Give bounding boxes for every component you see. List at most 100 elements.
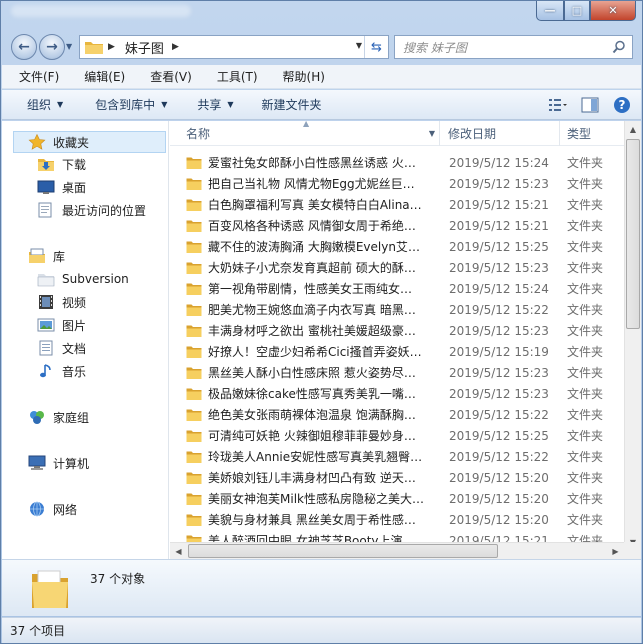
nav-favorites[interactable]: 收藏夹 [13,131,166,153]
file-name-cell[interactable]: 好撩人！空虚少妇希希Cici搔首弄姿妖艳... [170,343,440,360]
table-row[interactable]: 把自己当礼物 风情尤物Egg尤妮丝巨乳... 2019/5/12 15:23 文件夹 [170,173,625,194]
file-name-cell[interactable]: 爱蜜社兔女郎酥小白性感黑丝诱惑 火辣... [170,154,440,171]
table-row[interactable]: 好撩人！空虚少妇希希Cici搔首弄姿妖艳... 2019/5/12 15:19 文件… [170,341,625,362]
column-header-type[interactable]: 类型 [560,121,625,146]
title-bar[interactable]: — □ ✕ [1,1,642,31]
chevron-down-icon[interactable]: ▼ [429,129,435,138]
horizontal-scrollbar[interactable]: ◀ ▶ [170,542,624,559]
scroll-right-button[interactable]: ▶ [607,543,624,559]
maximize-button[interactable]: □ [564,1,590,21]
pictures-icon [37,318,55,332]
file-name-cell[interactable]: 美娇娘刘钰儿丰满身材凹凸有致 逆天爆... [170,469,440,486]
minimize-button[interactable]: — [536,1,564,21]
nav-videos[interactable]: 视频 [2,291,169,313]
table-row[interactable]: 绝色美女张雨萌裸体泡温泉 饱满酥胸令... 2019/5/12 15:22 文件夹 [170,404,625,425]
vertical-scrollbar[interactable]: ▲ ▼ [624,121,641,551]
menu-help[interactable]: 帮助(H) [266,68,333,85]
folder-icon [186,430,202,442]
file-date: 2019/5/12 15:22 [449,407,549,422]
search-input[interactable]: 搜索 妹子图 [394,35,633,59]
menu-view[interactable]: 查看(V) [133,68,200,85]
scroll-left-button[interactable]: ◀ [170,543,187,559]
file-name-cell[interactable]: 玲珑美人Annie安妮性感写真美乳翘臀下... [170,448,440,465]
nav-network[interactable]: 网络 [2,498,169,520]
horizontal-scroll-thumb[interactable] [188,544,498,558]
file-name: 丰满身材呼之欲出 蜜桃社美媛超级豪乳... [208,324,424,338]
table-row[interactable]: 白色胸罩福利写真 美女模特白白Alina肤... 2019/5/12 15:21 文… [170,194,625,215]
folder-icon [186,346,202,358]
menu-tools[interactable]: 工具(T) [200,68,266,85]
file-name-cell[interactable]: 大奶妹子小尤奈发育真超前 硕大的酥胸... [170,259,440,276]
new-folder-button[interactable]: 新建文件夹 [262,96,322,113]
table-row[interactable]: 美貌与身材兼具 黑丝美女周于希性感翘... 2019/5/12 15:20 文件夹 [170,509,625,530]
file-name-cell[interactable]: 百变风格各种诱惑 风情御女周于希绝美... [170,217,440,234]
chevron-right-icon[interactable]: ▶ [172,42,179,52]
toolbar-right: ? [537,94,633,116]
file-name: 美娇娘刘钰儿丰满身材凹凸有致 逆天爆... [208,471,424,485]
file-name-cell[interactable]: 美貌与身材兼具 黑丝美女周于希性感翘... [170,511,440,528]
forward-button[interactable]: → [39,34,65,60]
object-count: 37 个对象 [90,572,146,586]
nav-downloads[interactable]: 下载 [2,153,169,175]
table-row[interactable]: 肥美尤物王婉悠血滴子内衣写真 暗黑魅... 2019/5/12 15:22 文件夹 [170,299,625,320]
nav-subversion[interactable]: Subversion [2,268,169,290]
table-row[interactable]: 可清纯可妖艳 火辣御姐穆菲菲曼妙身姿... 2019/5/12 15:25 文件夹 [170,425,625,446]
menu-file[interactable]: 文件(F) [2,68,67,85]
table-row[interactable]: 丰满身材呼之欲出 蜜桃社美媛超级豪乳... 2019/5/12 15:23 文件夹 [170,320,625,341]
nav-pictures[interactable]: 图片 [2,314,169,336]
file-name-cell[interactable]: 肥美尤物王婉悠血滴子内衣写真 暗黑魅... [170,301,440,318]
column-header-date[interactable]: 修改日期 [440,121,560,146]
nav-computer[interactable]: 计算机 [2,452,169,474]
nav-documents[interactable]: 文档 [2,337,169,359]
recent-pages-dropdown[interactable]: ▼ [66,42,76,52]
table-row[interactable]: 美丽女神泡芙Milk性感私房隐秘之美大撩... 2019/5/12 15:20 文件… [170,488,625,509]
nav-libraries[interactable]: 库 [2,245,169,267]
table-row[interactable]: 大奶妹子小尤奈发育真超前 硕大的酥胸... 2019/5/12 15:23 文件夹 [170,257,625,278]
file-name-cell[interactable]: 丰满身材呼之欲出 蜜桃社美媛超级豪乳... [170,322,440,339]
table-row[interactable]: 美娇娘刘钰儿丰满身材凹凸有致 逆天爆... 2019/5/12 15:20 文件夹 [170,467,625,488]
table-row[interactable]: 黑丝美人酥小白性感床照 惹火姿势尽显... 2019/5/12 15:23 文件夹 [170,362,625,383]
search-icon[interactable] [612,40,626,54]
file-name-cell[interactable]: 极品嫩妹徐cake性感写真秀美乳一嘴酸... [170,385,440,402]
file-name-cell[interactable]: 黑丝美人酥小白性感床照 惹火姿势尽显... [170,364,440,381]
address-history-dropdown[interactable]: ▼ [356,41,362,50]
refresh-button[interactable]: ⇆ [364,36,388,58]
menu-edit[interactable]: 编辑(E) [67,68,133,85]
table-row[interactable]: 爱蜜社兔女郎酥小白性感黑丝诱惑 火辣... 2019/5/12 15:24 文件夹 [170,152,625,173]
file-name-cell[interactable]: 绝色美女张雨萌裸体泡温泉 饱满酥胸令... [170,406,440,423]
table-row[interactable]: 极品嫩妹徐cake性感写真秀美乳一嘴酸... 2019/5/12 15:23 文件夹 [170,383,625,404]
file-name-cell[interactable]: 可清纯可妖艳 火辣御姐穆菲菲曼妙身姿... [170,427,440,444]
include-in-library-button[interactable]: 包含到库中 ▼ [95,96,167,113]
vertical-scroll-thumb[interactable] [626,139,640,329]
address-bar[interactable]: ▶ 妹子图 ▶ ▼ ⇆ [79,35,389,59]
table-row[interactable]: 玲珑美人Annie安妮性感写真美乳翘臀下... 2019/5/12 15:22 文件… [170,446,625,467]
file-name-cell[interactable]: 藏不住的波涛胸涌 大胸嫩模Evelyn艾莉... [170,238,440,255]
table-row[interactable]: 第一视角带剧情，性感美女王雨纯女仆幻... 2019/5/12 15:24 文件夹 [170,278,625,299]
nav-desktop[interactable]: 桌面 [2,176,169,198]
large-folder-icon [32,570,68,608]
file-type: 文件夹 [567,177,604,191]
file-type: 文件夹 [567,219,604,233]
close-button[interactable]: ✕ [590,1,636,21]
file-name-cell[interactable]: 美丽女神泡芙Milk性感私房隐秘之美大撩... [170,490,440,507]
nav-recent-places[interactable]: 最近访问的位置 [2,199,169,221]
organize-button[interactable]: 组织 ▼ [27,96,63,113]
table-row[interactable]: 百变风格各种诱惑 风情御女周于希绝美... 2019/5/12 15:21 文件夹 [170,215,625,236]
file-name-cell[interactable]: 第一视角带剧情，性感美女王雨纯女仆幻... [170,280,440,297]
help-button[interactable]: ? [611,94,633,116]
file-name-cell[interactable]: 把自己当礼物 风情尤物Egg尤妮丝巨乳... [170,175,440,192]
nav-network-label: 网络 [53,502,78,517]
chevron-right-icon[interactable]: ▶ [108,42,115,52]
back-button[interactable]: ← [11,34,37,60]
scroll-up-button[interactable]: ▲ [625,121,641,138]
nav-music[interactable]: 音乐 [2,360,169,382]
table-row[interactable]: 藏不住的波涛胸涌 大胸嫩模Evelyn艾莉... 2019/5/12 15:25 文… [170,236,625,257]
share-button[interactable]: 共享 ▼ [197,96,233,113]
file-name-cell[interactable]: 白色胸罩福利写真 美女模特白白Alina肤... [170,196,440,213]
address-path[interactable]: 妹子图 [125,38,164,57]
nav-homegroup[interactable]: 家庭组 [2,406,169,428]
folder-icon [186,493,202,505]
column-header-name[interactable]: ▲ 名称 ▼ [170,121,440,146]
change-view-button[interactable] [547,94,569,116]
preview-pane-button[interactable] [579,94,601,116]
